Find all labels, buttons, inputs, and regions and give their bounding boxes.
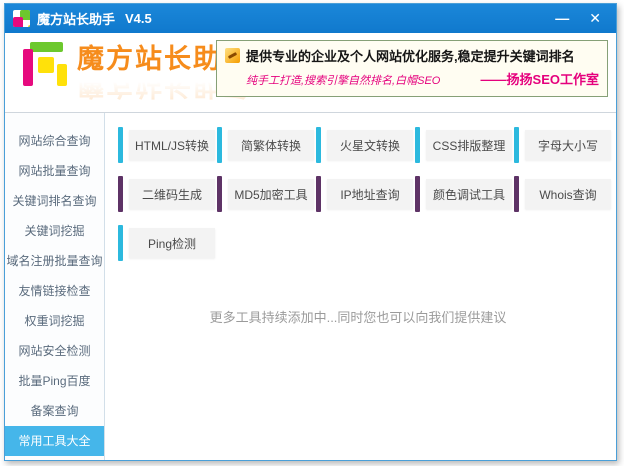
sidebar-item[interactable]: 友情链接检查 — [5, 276, 104, 306]
titlebar[interactable]: 魔方站长助手 V4.5 — ✕ — [5, 4, 616, 33]
sidebar-item[interactable]: 关键词挖掘 — [5, 216, 104, 246]
content-area: 网站综合查询 网站批量查询 关键词排名查询 关键词挖掘 域名注册批量查询 友情链… — [5, 113, 616, 460]
tool-accent-bar — [514, 127, 519, 163]
tool-button[interactable]: Whois查询 — [514, 176, 611, 212]
spark-icon — [225, 48, 240, 63]
tools-grid: HTML/JS转换 简繁体转换 火星文转换 CSS排版整理 字母大小写 二维码生… — [118, 127, 618, 261]
tool-label: Whois查询 — [525, 179, 611, 209]
tool-button[interactable]: 简繁体转换 — [217, 127, 314, 163]
sidebar-item-label: 批量Ping百度 — [18, 374, 91, 388]
tool-label: 简繁体转换 — [228, 130, 314, 160]
tool-accent-bar — [118, 225, 123, 261]
tool-button[interactable]: 二维码生成 — [118, 176, 215, 212]
tool-accent-bar — [316, 127, 321, 163]
minimize-button[interactable]: — — [548, 4, 576, 33]
app-logo-icon — [13, 10, 30, 27]
sidebar-item-label: 权重词挖掘 — [24, 314, 85, 328]
app-window: 魔方站长助手 V4.5 — ✕ 魔方站长助手 魔方站长助手 提供专业的企业及个人… — [4, 3, 617, 461]
sidebar-nav: 网站综合查询 网站批量查询 关键词排名查询 关键词挖掘 域名注册批量查询 友情链… — [5, 113, 105, 460]
sidebar-item[interactable]: 网站综合查询 — [5, 126, 104, 156]
banner-headline: 提供专业的企业及个人网站优化服务,稳定提升关键词排名 — [246, 49, 575, 64]
tool-accent-bar — [118, 127, 123, 163]
tool-button[interactable]: MD5加密工具 — [217, 176, 314, 212]
sidebar-item[interactable]: 权重词挖掘 — [5, 306, 104, 336]
promo-banner[interactable]: 提供专业的企业及个人网站优化服务,稳定提升关键词排名 纯手工打造,搜索引擎自然排… — [216, 40, 608, 97]
tool-label: MD5加密工具 — [228, 179, 314, 209]
sidebar-item-label: 网站安全检测 — [18, 344, 91, 358]
sidebar-item-label: 备案查询 — [30, 404, 79, 418]
tool-button[interactable]: HTML/JS转换 — [118, 127, 215, 163]
main-panel: HTML/JS转换 简繁体转换 火星文转换 CSS排版整理 字母大小写 二维码生… — [105, 113, 618, 460]
sidebar-item-label: 关键词排名查询 — [12, 194, 97, 208]
tool-accent-bar — [514, 176, 519, 212]
tool-accent-bar — [415, 127, 420, 163]
sidebar-item[interactable]: 网站批量查询 — [5, 156, 104, 186]
tool-accent-bar — [316, 176, 321, 212]
tool-accent-bar — [118, 176, 123, 212]
sidebar-item[interactable]: 网站安全检测 — [5, 336, 104, 366]
tool-label: 字母大小写 — [525, 130, 611, 160]
cube-logo-icon — [23, 42, 67, 86]
banner-signature: ——扬扬SEO工作室 — [480, 72, 599, 87]
banner-subline-row: 纯手工打造,搜索引擎自然排名,白帽SEO ——扬扬SEO工作室 — [225, 69, 599, 88]
sidebar-item-label: 域名注册批量查询 — [6, 254, 103, 268]
banner-tagline: 纯手工打造,搜索引擎自然排名,白帽SEO — [246, 75, 441, 87]
tool-label: CSS排版整理 — [426, 130, 512, 160]
sidebar-item[interactable]: 批量Ping百度 — [5, 366, 104, 396]
sidebar-item-label: 友情链接检查 — [18, 284, 91, 298]
sidebar-item-label: 网站批量查询 — [18, 164, 91, 178]
tool-label: 火星文转换 — [327, 130, 413, 160]
tool-label: IP地址查询 — [327, 179, 413, 209]
sidebar-item[interactable]: 备案查询 — [5, 396, 104, 426]
sidebar-item[interactable]: 常用工具大全 — [5, 426, 104, 456]
sidebar-item-label: 常用工具大全 — [18, 434, 91, 448]
tool-label: 颜色调试工具 — [426, 179, 512, 209]
banner-headline-row: 提供专业的企业及个人网站优化服务,稳定提升关键词排名 — [225, 46, 599, 65]
tool-button[interactable]: IP地址查询 — [316, 176, 413, 212]
tool-button[interactable]: 颜色调试工具 — [415, 176, 512, 212]
window-version: V4.5 — [125, 11, 152, 26]
tool-button[interactable]: 字母大小写 — [514, 127, 611, 163]
tool-label: 二维码生成 — [129, 179, 215, 209]
sidebar-item[interactable]: 关键词排名查询 — [5, 186, 104, 216]
sidebar-item[interactable]: 域名注册批量查询 — [5, 246, 104, 276]
tool-button[interactable]: 火星文转换 — [316, 127, 413, 163]
sidebar-item-label: 关键词挖掘 — [24, 224, 85, 238]
tool-button[interactable]: CSS排版整理 — [415, 127, 512, 163]
header: 魔方站长助手 魔方站长助手 提供专业的企业及个人网站优化服务,稳定提升关键词排名… — [5, 33, 616, 113]
sidebar-item-label: 网站综合查询 — [18, 134, 91, 148]
close-button[interactable]: ✕ — [582, 4, 608, 33]
tool-accent-bar — [217, 127, 222, 163]
tool-accent-bar — [415, 176, 420, 212]
notice-text: 更多工具持续添加中...同时您也可以向我们提供建议 — [209, 310, 507, 325]
tool-accent-bar — [217, 176, 222, 212]
tool-button[interactable]: Ping检测 — [118, 225, 215, 261]
tool-label: HTML/JS转换 — [129, 130, 215, 160]
tool-label: Ping检测 — [129, 228, 215, 258]
window-title: 魔方站长助手 — [37, 12, 116, 27]
